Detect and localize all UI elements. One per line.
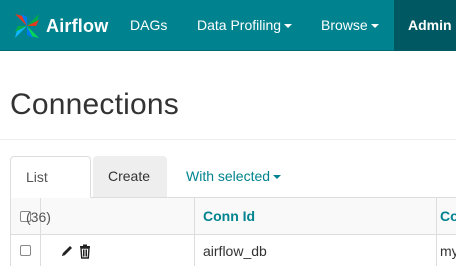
column-header-conn-id-label: Conn Id: [203, 208, 256, 224]
table-row: airflow_db my: [10, 234, 456, 266]
nav-admin-label: Admin: [408, 17, 452, 33]
top-navbar: Airflow DAGs Data Profiling Browse Admin: [0, 0, 456, 80]
brand-name: Airflow: [46, 15, 109, 36]
title-divider: [0, 139, 456, 140]
brand[interactable]: Airflow: [12, 8, 108, 44]
row-checkbox[interactable]: [20, 245, 31, 256]
airflow-pinwheel-logo-icon: [15, 14, 39, 38]
caret-down-icon: [284, 24, 293, 29]
nav-admin[interactable]: Admin: [394, 0, 456, 80]
nav-browse-label: Browse: [321, 17, 368, 33]
tab-list[interactable]: List (36): [10, 156, 91, 225]
header-actions-cell: [40, 198, 194, 234]
nav-browse[interactable]: Browse: [321, 0, 379, 51]
tab-create-label: Create: [108, 168, 151, 184]
caret-down-icon: [370, 24, 379, 29]
with-selected-label: With selected: [186, 168, 271, 184]
table-header-row: Conn Id Co: [10, 197, 456, 234]
tab-list-label: List (36): [26, 169, 51, 225]
conn-id-value: airflow_db: [203, 242, 267, 259]
pencil-icon[interactable]: [59, 243, 75, 259]
row-actions-cell: [40, 235, 194, 266]
conn-type-value: my: [440, 242, 456, 259]
column-header-conn-id[interactable]: Conn Id: [194, 198, 436, 234]
caret-down-icon: [273, 175, 282, 180]
page-title: Connections: [10, 88, 179, 121]
row-checkbox-cell: [10, 235, 40, 266]
nav-data-profiling-label: Data Profiling: [197, 17, 282, 33]
with-selected-dropdown[interactable]: With selected: [171, 156, 296, 197]
caret-down-icon: [411, 75, 419, 80]
trash-icon[interactable]: [77, 243, 93, 259]
cell-conn-type: my: [436, 235, 456, 266]
cell-conn-id: airflow_db: [194, 235, 436, 266]
nav-dags[interactable]: DAGs: [130, 0, 167, 51]
column-header-conn-type[interactable]: Co: [436, 198, 456, 234]
nav-data-profiling[interactable]: Data Profiling: [197, 0, 293, 51]
column-header-conn-type-label: Co: [440, 208, 456, 224]
tab-create[interactable]: Create: [93, 156, 167, 197]
nav-dags-label: DAGs: [130, 17, 168, 33]
